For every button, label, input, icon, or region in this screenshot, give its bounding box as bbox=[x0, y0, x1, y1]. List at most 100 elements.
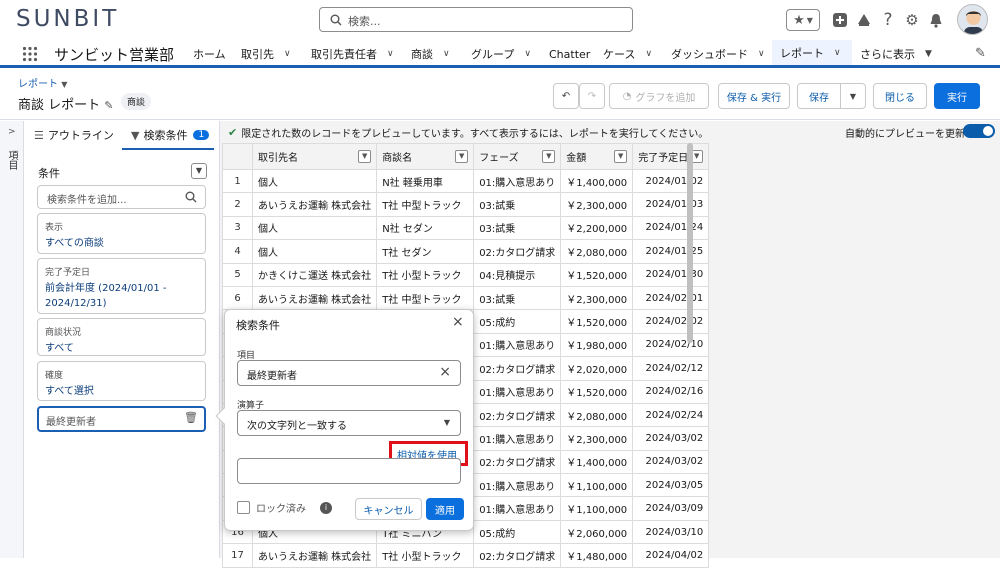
redo-button[interactable]: ↷ bbox=[579, 83, 605, 109]
row-index-cell: 4 bbox=[222, 239, 253, 264]
nav-label: Chatter bbox=[549, 47, 591, 61]
chevron-down-icon[interactable]: ∨ bbox=[284, 49, 291, 59]
field-select[interactable]: 最終更新者 × bbox=[237, 360, 461, 386]
info-icon[interactable]: i bbox=[320, 502, 332, 514]
save-button[interactable]: 保存 bbox=[797, 83, 841, 109]
avatar[interactable] bbox=[957, 4, 988, 35]
global-search[interactable]: 検索... bbox=[319, 7, 633, 32]
table-cell: 03:試乗 bbox=[473, 192, 562, 217]
column-header[interactable]: 金額 ▼ bbox=[560, 143, 634, 170]
bell-icon[interactable] bbox=[926, 10, 946, 30]
nav-item-more[interactable]: さらに表示 ▼ bbox=[852, 40, 940, 68]
table-cell: ￥1,520,000 bbox=[560, 309, 634, 334]
report-type-badge: 商談 bbox=[121, 93, 152, 110]
search-icon bbox=[185, 191, 197, 203]
add-filter-input[interactable]: 検索条件を追加... bbox=[37, 185, 206, 209]
table-header-row: 取引先名 ▼ 商談名 ▼ フェーズ ▼ 金額 ▼ 完了予定日 ▼ bbox=[222, 143, 710, 170]
chevron-down-icon[interactable]: ∨ bbox=[443, 49, 450, 59]
table-cell: ￥1,480,000 bbox=[560, 543, 634, 568]
table-row: 5 かきくけこ運送 株式会社 T社 小型トラック 04:見積提示 ￥1,520,000 2… bbox=[222, 262, 710, 287]
trailhead-icon[interactable] bbox=[854, 10, 874, 30]
save-run-button[interactable]: 保存 & 実行 bbox=[718, 83, 790, 109]
table-cell: 2024/01/02 bbox=[632, 168, 710, 194]
chevron-down-icon[interactable]: ∨ bbox=[645, 49, 652, 59]
tab-filters[interactable]: ▼ 検索条件 1 bbox=[131, 127, 210, 143]
table-cell: 02:カタログ請求 bbox=[473, 402, 562, 428]
column-menu-icon[interactable]: ▼ bbox=[542, 150, 556, 163]
column-header[interactable]: フェーズ ▼ bbox=[473, 143, 562, 170]
app-launcher-icon[interactable] bbox=[22, 46, 38, 62]
nav-item-reports[interactable]: レポート ∨ bbox=[772, 40, 852, 68]
favorites-button[interactable]: ★ ▼ bbox=[786, 9, 820, 31]
nav-item-contacts[interactable]: 取引先責任者 ∨ bbox=[303, 40, 402, 68]
column-menu-icon[interactable]: ▼ bbox=[358, 150, 372, 163]
column-menu-icon[interactable]: ▼ bbox=[455, 150, 469, 163]
filter-icon: ▼ bbox=[131, 128, 140, 142]
table-row: 17 あいうえお運輸 株式会社 T社 小型トラック 02:カタログ請求 ￥1,480,0… bbox=[222, 543, 710, 568]
vertical-scrollbar[interactable] bbox=[687, 143, 693, 343]
auto-preview-toggle[interactable] bbox=[963, 124, 995, 138]
table-cell: 2024/02/12 bbox=[632, 356, 710, 381]
operator-select[interactable]: 次の文字列と一致する ▼ bbox=[237, 410, 461, 436]
help-icon[interactable]: ? bbox=[878, 10, 898, 30]
filter-label: 表示 bbox=[45, 223, 64, 233]
column-header-label: 金額 bbox=[566, 153, 587, 164]
apply-button[interactable]: 適用 bbox=[426, 498, 464, 520]
table-cell: 2024/03/02 bbox=[632, 426, 710, 451]
chevron-right-icon[interactable]: > bbox=[8, 127, 16, 137]
nav-item-home[interactable]: ホーム bbox=[185, 40, 234, 68]
column-header-label: 完了予定日 bbox=[638, 153, 689, 164]
nav-label: グループ bbox=[471, 48, 515, 61]
filter-card-status[interactable]: 商談状況 すべて bbox=[37, 318, 206, 356]
lock-checkbox[interactable] bbox=[237, 501, 250, 514]
page-title: 商談 レポート ✎ bbox=[18, 94, 114, 113]
close-icon[interactable]: × bbox=[452, 314, 464, 330]
table-cell: ￥2,060,000 bbox=[560, 519, 634, 545]
value-input[interactable] bbox=[237, 458, 461, 484]
column-header[interactable]: 完了予定日 ▼ bbox=[632, 143, 710, 170]
close-button[interactable]: 閉じる bbox=[873, 83, 927, 109]
chevron-down-icon[interactable]: ∨ bbox=[387, 49, 394, 59]
clear-icon[interactable]: × bbox=[439, 364, 451, 380]
nav-item-accounts[interactable]: 取引先 ∨ bbox=[233, 40, 299, 68]
add-icon[interactable] bbox=[830, 10, 850, 30]
column-menu-icon[interactable]: ▼ bbox=[614, 150, 628, 163]
fields-rail[interactable] bbox=[0, 121, 24, 558]
nav-label: レポート bbox=[780, 46, 824, 60]
chevron-down-icon[interactable]: ∨ bbox=[524, 49, 531, 59]
pencil-icon[interactable]: ✎ bbox=[104, 99, 113, 112]
breadcrumb[interactable]: レポート ▼ bbox=[18, 75, 67, 90]
column-header[interactable]: 取引先名 ▼ bbox=[251, 143, 378, 170]
trash-icon[interactable]: 🗑 bbox=[184, 411, 198, 424]
cancel-button[interactable]: キャンセル bbox=[355, 498, 422, 520]
nav-item-cases[interactable]: ケース ∨ bbox=[595, 40, 660, 68]
nav-item-groups[interactable]: グループ ∨ bbox=[463, 40, 539, 68]
nav-item-opportunities[interactable]: 商談 ∨ bbox=[403, 40, 458, 68]
undo-icon: ↶ bbox=[561, 90, 571, 102]
table-cell: 2024/01/24 bbox=[632, 215, 710, 241]
filter-value: すべての商談 bbox=[45, 238, 104, 249]
table-cell: 02:カタログ請求 bbox=[473, 449, 562, 475]
nav-item-chatter[interactable]: Chatter bbox=[541, 40, 598, 68]
nav-item-dashboards[interactable]: ダッシュボード ∨ bbox=[663, 40, 773, 68]
table-cell: 01:購入意思あり bbox=[473, 332, 562, 358]
chevron-down-icon[interactable]: ∨ bbox=[758, 49, 765, 59]
add-chart-button[interactable]: ◔ グラフを追加 bbox=[609, 83, 709, 109]
edit-nav-icon[interactable]: ✎ bbox=[975, 46, 986, 61]
filter-card-probability[interactable]: 確度 すべて選択 bbox=[37, 361, 206, 401]
table-cell: 2024/02/01 bbox=[632, 285, 710, 311]
save-menu-button[interactable]: ▼ bbox=[840, 83, 866, 109]
filter-card-close-date[interactable]: 完了予定日 前会計年度 (2024/01/01 - 2024/12/31) bbox=[37, 258, 206, 314]
table-cell: N社 セダン bbox=[376, 215, 475, 241]
column-header[interactable]: 商談名 ▼ bbox=[376, 143, 475, 170]
gear-icon[interactable]: ⚙ bbox=[902, 10, 922, 30]
tab-outline[interactable]: ☰ アウトライン bbox=[34, 127, 114, 143]
undo-button[interactable]: ↶ bbox=[553, 83, 579, 109]
redo-icon: ↷ bbox=[587, 90, 597, 102]
run-button[interactable]: 実行 bbox=[934, 83, 980, 109]
filter-card-show[interactable]: 表示 すべての商談 bbox=[37, 213, 206, 254]
chevron-down-icon[interactable]: ∨ bbox=[834, 48, 841, 58]
caret-down-icon[interactable]: ▼ bbox=[925, 49, 932, 59]
filter-card-new[interactable]: 最終更新者 🗑 bbox=[37, 406, 206, 432]
conditions-menu-button[interactable]: ▼ bbox=[191, 163, 207, 179]
